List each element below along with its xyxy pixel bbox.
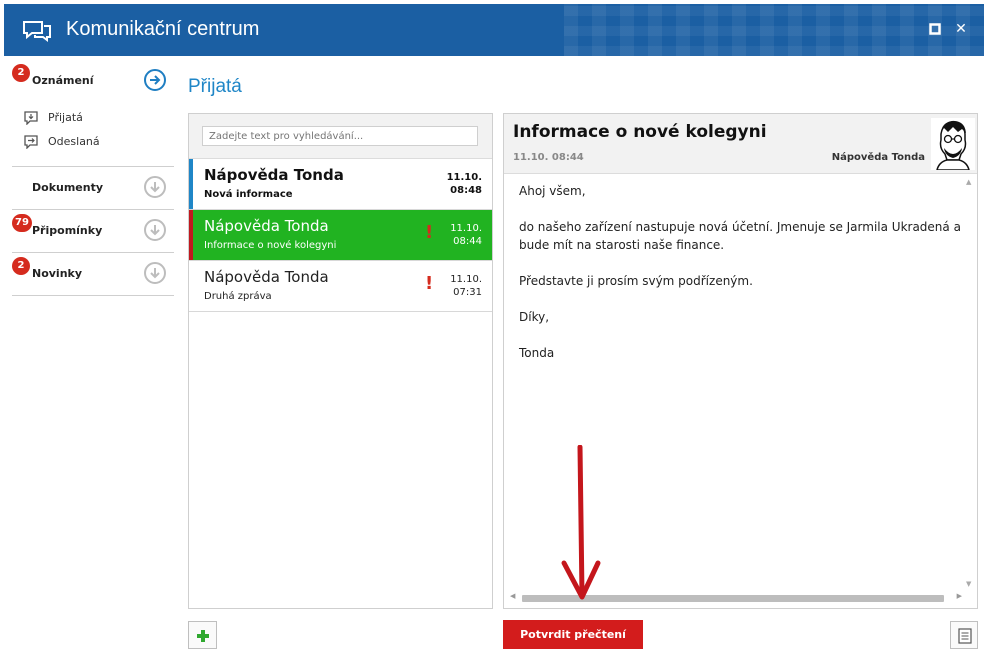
message-subject: Nová informace [204, 189, 293, 200]
arrow-down-circle-icon[interactable] [144, 176, 166, 198]
message-item[interactable]: Nápověda Tonda Nová informace 11.10. 08:4… [189, 159, 492, 210]
notification-badge: 2 [12, 257, 30, 275]
close-button[interactable]: ✕ [952, 20, 970, 38]
message-paragraph: Představte ji prosím svým podřízeným. [519, 274, 753, 288]
message-subject: Informace o nové kolegyni [204, 240, 337, 251]
message-body: Ahoj všem, do našeho zařízení nastupuje … [519, 182, 964, 380]
search-input[interactable] [202, 126, 478, 146]
message-list-panel: Nápověda Tonda Nová informace 11.10.08:4… [188, 113, 493, 609]
unread-indicator [189, 159, 193, 209]
close-icon: ✕ [955, 21, 967, 37]
notification-badge: 2 [12, 64, 30, 82]
sidebar-section-dokumenty: Dokumenty [12, 167, 174, 210]
message-sender: Nápověda Tonda [204, 217, 329, 235]
title-bar: Komunikační centrum ✕ [4, 4, 984, 56]
document-button[interactable] [950, 621, 978, 649]
message-item[interactable]: Nápověda Tonda Druhá zpráva ! 11.10. 07:3… [189, 261, 492, 312]
message-sender: Nápověda Tonda [204, 166, 344, 184]
sidebar: 2 Oznámení Přijatá Odeslaná Dokumenty 79… [12, 60, 174, 296]
message-sender: Nápověda Tonda [204, 268, 329, 286]
message-datetime: 11.10. 08:44 [513, 152, 584, 163]
importance-indicator [189, 210, 193, 260]
message-paragraph: Tonda [519, 346, 555, 360]
confirm-read-button[interactable]: Potvrdit přečtení [503, 620, 643, 649]
sidebar-section-novinky: 2 Novinky [12, 253, 174, 296]
sidebar-label-novinky: Novinky [32, 267, 83, 280]
sent-icon [24, 135, 38, 149]
message-sender: Nápověda Tonda [831, 152, 925, 163]
sidebar-head-oznameni[interactable]: 2 Oznámení [12, 60, 174, 102]
title-bar-pattern [564, 4, 984, 56]
sidebar-label-pripominky: Připomínky [32, 224, 103, 237]
maximize-icon [929, 23, 941, 35]
reading-pane-header: Informace o nové kolegyni 11.10. 08:44 N… [504, 114, 977, 174]
chat-bubbles-icon [23, 21, 51, 42]
scroll-up-icon[interactable]: ▲ [966, 178, 971, 186]
arrow-right-circle-icon[interactable] [144, 69, 166, 91]
message-item-selected[interactable]: Nápověda Tonda Informace o nové kolegyni… [189, 210, 492, 261]
message-date: 11.10. 08:44 [450, 223, 482, 247]
page-title: Přijatá [188, 76, 242, 97]
message-paragraph: Ahoj všem, [519, 184, 586, 198]
maximize-button[interactable] [926, 20, 944, 38]
window-title: Komunikační centrum [66, 18, 260, 40]
sidebar-head-novinky[interactable]: 2 Novinky [12, 253, 174, 295]
sidebar-item-label: Odeslaná [48, 135, 100, 148]
sidebar-head-dokumenty[interactable]: Dokumenty [12, 167, 174, 209]
sidebar-section-pripominky: 79 Připomínky [12, 210, 174, 253]
scroll-right-icon[interactable]: ▶ [957, 592, 962, 600]
important-icon: ! [425, 222, 434, 243]
sidebar-item-label: Přijatá [48, 111, 83, 124]
message-date: 11.10. 08:48 [446, 172, 482, 196]
search-area [189, 114, 492, 159]
arrow-down-circle-icon[interactable] [144, 262, 166, 284]
important-icon: ! [425, 273, 434, 294]
annotation-arrow-icon [561, 445, 601, 600]
scroll-down-icon[interactable]: ▼ [966, 580, 971, 588]
sidebar-item-odeslana[interactable]: Odeslaná [22, 130, 174, 154]
arrow-down-circle-icon[interactable] [144, 219, 166, 241]
add-button[interactable] [188, 621, 217, 649]
message-paragraph: Díky, [519, 310, 550, 324]
message-subject: Druhá zpráva [204, 291, 272, 302]
plus-icon [197, 630, 209, 642]
message-title: Informace o nové kolegyni [513, 122, 767, 142]
sidebar-label-oznameni: Oznámení [32, 74, 94, 87]
scroll-left-icon[interactable]: ◀ [510, 592, 515, 600]
message-paragraph: do našeho zařízení nastupuje nová účetní… [519, 220, 961, 252]
message-date: 11.10. 07:31 [450, 274, 482, 298]
avatar [931, 118, 975, 170]
sidebar-head-pripominky[interactable]: 79 Připomínky [12, 210, 174, 252]
sidebar-subitems: Přijatá Odeslaná [12, 102, 174, 166]
vertical-scrollbar[interactable]: ▲ ▼ [964, 176, 976, 590]
sidebar-section-oznameni: 2 Oznámení Přijatá Odeslaná [12, 60, 174, 167]
sidebar-label-dokumenty: Dokumenty [32, 181, 104, 194]
sidebar-item-prijata[interactable]: Přijatá [22, 106, 174, 130]
document-icon [958, 628, 972, 644]
inbox-icon [24, 111, 38, 125]
notification-badge: 79 [12, 214, 32, 232]
